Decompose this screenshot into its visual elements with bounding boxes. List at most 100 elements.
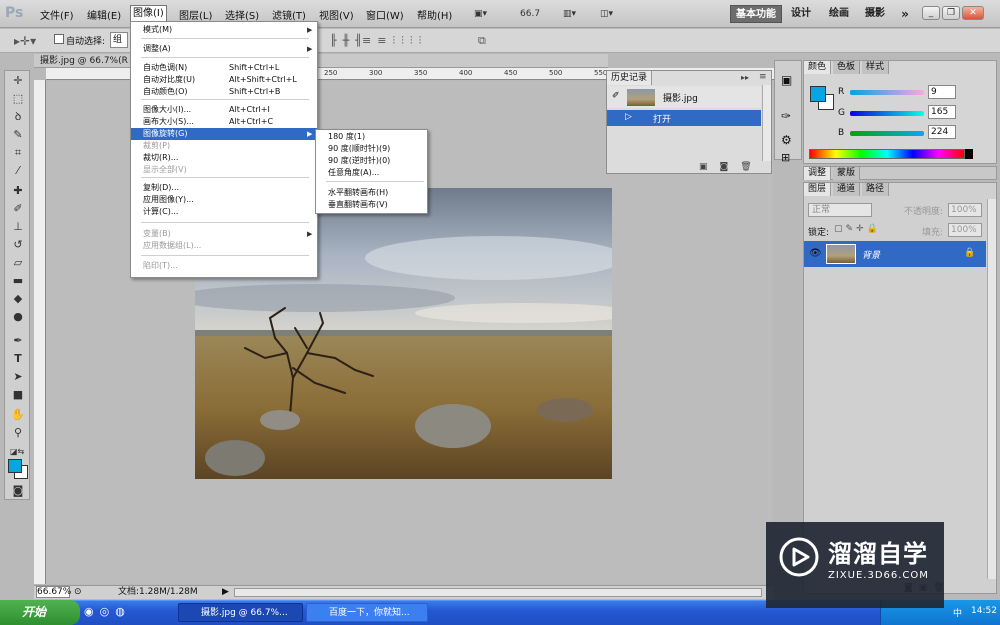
move-tool-icon[interactable]: ✛ [8, 73, 28, 89]
quick-select-tool-icon[interactable]: ✎ [8, 127, 28, 143]
r-value[interactable]: 9 [928, 85, 956, 99]
healing-brush-tool-icon[interactable]: ✚ [8, 183, 28, 199]
foreground-color-swatch[interactable] [8, 459, 22, 473]
menu-image[interactable]: 图像(I) [130, 5, 167, 22]
rotate-menu-item[interactable]: 180 度(1) [316, 131, 427, 143]
rotate-menu-item[interactable]: 水平翻转画布(H) [316, 187, 427, 199]
swap-colors-icon[interactable]: ◪⇆ [10, 447, 24, 456]
type-tool-icon[interactable]: T [8, 351, 28, 367]
dodge-tool-icon[interactable]: ● [8, 309, 28, 325]
gradient-tool-icon[interactable]: ▬ [8, 273, 28, 289]
eraser-tool-icon[interactable]: ▱ [8, 255, 28, 271]
workspace-painting[interactable]: 绘画 [822, 5, 856, 23]
g-slider[interactable] [850, 111, 924, 116]
auto-select-dropdown[interactable]: 组 [110, 32, 128, 48]
task-browser[interactable]: 百度一下，你就知... [306, 603, 428, 622]
image-menu-item[interactable]: 复制(D)... [131, 182, 317, 194]
lasso-tool-icon[interactable]: ꝺ [8, 109, 28, 125]
ime-indicator[interactable]: 中 [953, 606, 962, 619]
history-panel-icon[interactable]: ▣ [781, 73, 792, 87]
move-tool-preset-icon[interactable]: ▸✛▾ [14, 34, 36, 48]
marquee-tool-icon[interactable]: ⬚ [8, 91, 28, 107]
tab-masks[interactable]: 蒙版 [833, 167, 861, 180]
view-extras-icon[interactable]: ▣▾ [474, 6, 487, 22]
shape-tool-icon[interactable]: ■ [8, 387, 28, 403]
more-workspaces-icon[interactable]: » [895, 5, 915, 23]
workspace-essentials[interactable]: 基本功能 [730, 5, 782, 23]
pen-tool-icon[interactable]: ✒ [8, 333, 28, 349]
image-menu-item[interactable]: 自动对比度(U) Alt+Shift+Ctrl+L [131, 74, 317, 86]
close-icon[interactable]: ✕ [962, 6, 984, 20]
restore-icon[interactable]: ❐ [942, 6, 960, 20]
tab-color[interactable]: 颜色 [804, 61, 832, 74]
tab-paths[interactable]: 路径 [862, 183, 890, 196]
r-slider[interactable] [850, 90, 924, 95]
image-menu-item[interactable]: 自动色调(N) Shift+Ctrl+L [131, 62, 317, 74]
status-menu-arrow-icon[interactable]: ▶ [222, 586, 229, 599]
image-menu-item[interactable]: 图像大小(I)... Alt+Ctrl+I [131, 104, 317, 116]
screen-mode-icon[interactable]: ◫▾ [600, 6, 613, 22]
auto-select-checkbox[interactable] [54, 34, 64, 44]
distribute-icons[interactable]: ≡≡⫶⫶⫶⫶ [362, 34, 427, 48]
image-menu-item[interactable]: 调整(A) ▶ [131, 43, 317, 55]
brush-tool-icon[interactable]: ✐ [8, 201, 28, 217]
b-slider[interactable] [850, 131, 924, 136]
b-value[interactable]: 224 [928, 125, 956, 139]
image-menu-item[interactable]: 裁切(R)... [131, 152, 317, 164]
spectrum-black[interactable] [965, 149, 973, 159]
menu-help[interactable]: 帮助(H) [417, 7, 452, 22]
start-button[interactable]: 开始 [0, 600, 80, 625]
arrange-documents-icon[interactable]: ▥▾ [563, 6, 576, 22]
quick-mask-icon[interactable]: ◙ [8, 483, 28, 499]
actions-panel-icon[interactable]: ⚙ [781, 133, 792, 147]
menu-edit[interactable]: 编辑(E) [87, 7, 121, 22]
visibility-eye-icon[interactable]: 👁 [809, 248, 822, 259]
layer-row-background[interactable]: 👁 背景 🔒 [804, 241, 986, 267]
tab-swatches[interactable]: 色板 [833, 61, 861, 74]
menu-filter[interactable]: 滤镜(T) [272, 7, 306, 22]
history-brush-tool-icon[interactable]: ↺ [8, 237, 28, 253]
auto-align-icon[interactable]: ⧉ [478, 34, 486, 48]
menu-window[interactable]: 窗口(W) [366, 7, 404, 22]
rotate-menu-item[interactable]: 任意角度(A)... [316, 167, 427, 179]
clone-stamp-tool-icon[interactable]: ⊥ [8, 219, 28, 235]
zoom-field[interactable]: 66.67% [36, 586, 71, 598]
color-foreground-swatch[interactable] [810, 86, 826, 102]
rotate-menu-item[interactable]: 90 度(顺时针)(9) [316, 143, 427, 155]
panel-collapse-icon[interactable]: ▸▸ [741, 73, 749, 82]
minimize-icon[interactable]: _ [922, 6, 940, 20]
history-panel-tab[interactable]: 历史记录 [607, 71, 653, 85]
history-snapshot-row[interactable]: ✐ 摄影.jpg [607, 86, 761, 108]
blend-mode-select[interactable]: 正常 [808, 203, 872, 217]
color-spectrum-bar[interactable] [809, 149, 965, 159]
tab-adjustments[interactable]: 调整 [804, 167, 832, 180]
hand-tool-icon[interactable]: ✋ [8, 407, 28, 423]
path-select-tool-icon[interactable]: ➤ [8, 369, 28, 385]
history-footer-icons[interactable]: ▣◙🗑 [699, 162, 764, 172]
menu-file[interactable]: 文件(F) [40, 7, 74, 22]
quick-launch-icons[interactable]: ◉◎◍ [84, 605, 131, 618]
image-menu-item[interactable]: 模式(M) ▶ [131, 24, 317, 36]
horizontal-scrollbar[interactable] [234, 588, 762, 597]
image-menu-item[interactable]: 自动颜色(O) Shift+Ctrl+B [131, 86, 317, 98]
tab-styles[interactable]: 样式 [862, 61, 890, 74]
brush-panel-icon[interactable]: ✑ [781, 109, 791, 123]
opacity-field[interactable]: 100% [948, 203, 982, 217]
zoom-level[interactable]: 66.7 [520, 6, 540, 22]
layers-scrollbar[interactable] [987, 199, 996, 579]
workspace-photography[interactable]: 摄影 [860, 5, 890, 23]
image-menu-item[interactable]: 图像旋转(G) ▶ [131, 128, 317, 140]
image-menu-item[interactable]: 应用图像(Y)... [131, 194, 317, 206]
menu-select[interactable]: 选择(S) [225, 7, 259, 22]
image-menu-item[interactable]: 画布大小(S)... Alt+Ctrl+C [131, 116, 317, 128]
menu-view[interactable]: 视图(V) [319, 7, 354, 22]
status-info-icon[interactable]: ⊙ [74, 586, 82, 599]
eyedropper-tool-icon[interactable]: ⁄ [8, 163, 28, 179]
history-step-open[interactable]: ▷ 打开 [607, 110, 761, 126]
crop-tool-icon[interactable]: ⌗ [8, 145, 28, 161]
task-photoshop[interactable]: 摄影.jpg @ 66.7%... [178, 603, 303, 622]
tab-channels[interactable]: 通道 [833, 183, 861, 196]
blur-tool-icon[interactable]: ◆ [8, 291, 28, 307]
tab-layers[interactable]: 图层 [804, 183, 832, 196]
clone-source-icon[interactable]: ⊞ [781, 151, 790, 164]
